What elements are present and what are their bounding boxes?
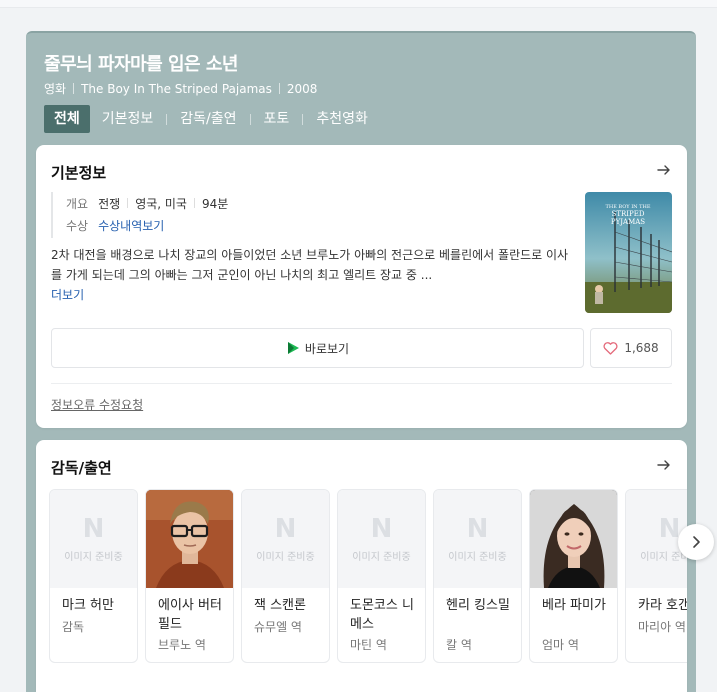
cast-role: 슈무엘 역 xyxy=(254,620,302,634)
placeholder-text: 이미지 준비중 xyxy=(448,551,507,563)
overview-row: 개요 전쟁 영국, 미국 94분 xyxy=(66,192,571,214)
chevron-right-icon xyxy=(693,536,700,548)
logo-n-icon: N xyxy=(658,513,681,544)
basic-info-title[interactable]: 기본정보 xyxy=(51,162,106,183)
movie-category: 영화 xyxy=(44,82,67,96)
movie-original-title: The Boy In The Striped Pajamas xyxy=(81,81,272,96)
tab-director-cast[interactable]: 감독/출연 xyxy=(180,105,236,133)
country-value: 영국, 미국 xyxy=(135,196,187,211)
cast-name: 에이사 버터필드 xyxy=(158,598,222,632)
cast-name: 베라 파미가 xyxy=(542,598,606,613)
award-row: 수상 수상내역보기 xyxy=(66,214,571,236)
arrow-right-icon[interactable] xyxy=(656,457,672,473)
tab-bar: 전체 기본정보 감독/출연 포토 추천영화 xyxy=(44,105,368,133)
movie-poster[interactable]: THE BOY IN THE STRIPED PYJAMAS xyxy=(585,192,672,313)
info-box: 개요 전쟁 영국, 미국 94분 수상 수상내역보기 xyxy=(51,192,571,238)
image-placeholder: N 이미지 준비중 xyxy=(50,490,137,588)
like-count: 1,688 xyxy=(624,341,659,355)
cast-item[interactable]: N 이미지 준비중 잭 스캔론 슈무엘 역 xyxy=(241,489,330,663)
cast-item[interactable]: N 이미지 준비중 마크 허만 감독 xyxy=(49,489,138,663)
cast-item[interactable]: 에이사 버터필드 브루노 역 xyxy=(145,489,234,663)
cast-item[interactable]: N 이미지 준비중 도몬코스 니메스 마틴 역 xyxy=(337,489,426,663)
overview-label: 개요 xyxy=(66,196,89,211)
movie-year: 2008 xyxy=(286,81,318,96)
movie-meta: 영화 The Boy In The Striped Pajamas 2008 xyxy=(44,80,317,97)
tab-photos[interactable]: 포토 xyxy=(264,105,290,133)
tab-divider xyxy=(302,113,304,125)
cast-role: 칼 역 xyxy=(446,638,472,652)
cast-photo xyxy=(146,490,233,588)
cast-role: 엄마 역 xyxy=(542,638,579,652)
synopsis: 2차 대전을 배경으로 나치 장교의 아들이었던 소년 브루노가 아빠의 전근으… xyxy=(51,245,571,305)
basic-info-card: 기본정보 개요 전쟁 영국, 미국 94분 수상 수상내역보기 2차 대전을 배… xyxy=(36,145,687,428)
like-button[interactable]: 1,688 xyxy=(590,328,672,368)
cast-item[interactable]: N 이미지 준비중 카라 호갠 마리아 역 xyxy=(625,489,687,663)
watch-now-label: 바로보기 xyxy=(304,341,350,356)
tab-basic-info[interactable]: 기본정보 xyxy=(102,105,154,133)
cast-name: 헨리 킹스밀 xyxy=(446,598,510,613)
placeholder-text: 이미지 준비중 xyxy=(352,551,411,563)
more-link[interactable]: 더보기 xyxy=(51,288,84,302)
play-icon xyxy=(287,342,299,354)
award-label: 수상 xyxy=(66,218,89,233)
info-divider xyxy=(127,198,129,208)
tab-recommended[interactable]: 추천영화 xyxy=(316,105,368,133)
logo-n-icon: N xyxy=(274,513,297,544)
tab-divider xyxy=(249,113,251,125)
image-placeholder: N 이미지 준비중 xyxy=(242,490,329,588)
cast-name: 카라 호갠 xyxy=(638,598,687,613)
top-strip xyxy=(0,0,717,8)
tab-divider xyxy=(166,113,168,125)
person-photo xyxy=(530,490,617,588)
genre-value: 전쟁 xyxy=(98,196,121,211)
meta-divider xyxy=(73,83,75,94)
poster-title-line2: STRIPED xyxy=(612,210,645,218)
logo-n-icon: N xyxy=(82,513,105,544)
cast-list: N 이미지 준비중 마크 허만 감독 에이사 버터필드 브루노 역 N 이미지 … xyxy=(49,489,687,665)
synopsis-text: 2차 대전을 배경으로 나치 장교의 아들이었던 소년 브루노가 아빠의 전근으… xyxy=(51,248,569,282)
cast-item[interactable]: N 이미지 준비중 헨리 킹스밀 칼 역 xyxy=(433,489,522,663)
info-divider xyxy=(193,198,195,208)
report-error-link[interactable]: 정보오류 수정요청 xyxy=(51,396,143,413)
cast-name: 도몬코스 니메스 xyxy=(350,598,414,632)
placeholder-text: 이미지 준비중 xyxy=(256,551,315,563)
cast-name: 잭 스캔론 xyxy=(254,598,306,613)
image-placeholder: N 이미지 준비중 xyxy=(434,490,521,588)
cast-photo xyxy=(530,490,617,588)
image-placeholder: N 이미지 준비중 xyxy=(338,490,425,588)
placeholder-text: 이미지 준비중 xyxy=(64,551,123,563)
cast-card: 감독/출연 N 이미지 준비중 마크 허만 감독 에이사 버터필드 브루노 역 … xyxy=(36,440,687,692)
tab-all[interactable]: 전체 xyxy=(44,105,90,133)
divider xyxy=(51,383,672,384)
runtime-value: 94분 xyxy=(201,196,229,211)
watch-now-button[interactable]: 바로보기 xyxy=(51,328,584,368)
person-photo xyxy=(146,490,233,588)
heart-icon xyxy=(603,341,618,355)
cast-role: 브루노 역 xyxy=(158,638,206,652)
cast-role: 마리아 역 xyxy=(638,620,686,634)
cast-role: 마틴 역 xyxy=(350,638,387,652)
cast-title[interactable]: 감독/출연 xyxy=(51,457,112,478)
logo-n-icon: N xyxy=(466,513,489,544)
cast-role: 감독 xyxy=(62,620,85,634)
cast-item[interactable]: 베라 파미가 엄마 역 xyxy=(529,489,618,663)
award-link[interactable]: 수상내역보기 xyxy=(98,217,164,234)
poster-title-line3: PYJAMAS xyxy=(611,218,645,226)
logo-n-icon: N xyxy=(370,513,393,544)
cast-name: 마크 허만 xyxy=(62,598,114,613)
arrow-right-icon[interactable] xyxy=(656,162,672,178)
poster-image: THE BOY IN THE STRIPED PYJAMAS xyxy=(585,192,672,313)
meta-divider xyxy=(278,83,280,94)
carousel-next-button[interactable] xyxy=(678,524,714,560)
movie-title[interactable]: 줄무늬 파자마를 입은 소년 xyxy=(44,50,238,76)
